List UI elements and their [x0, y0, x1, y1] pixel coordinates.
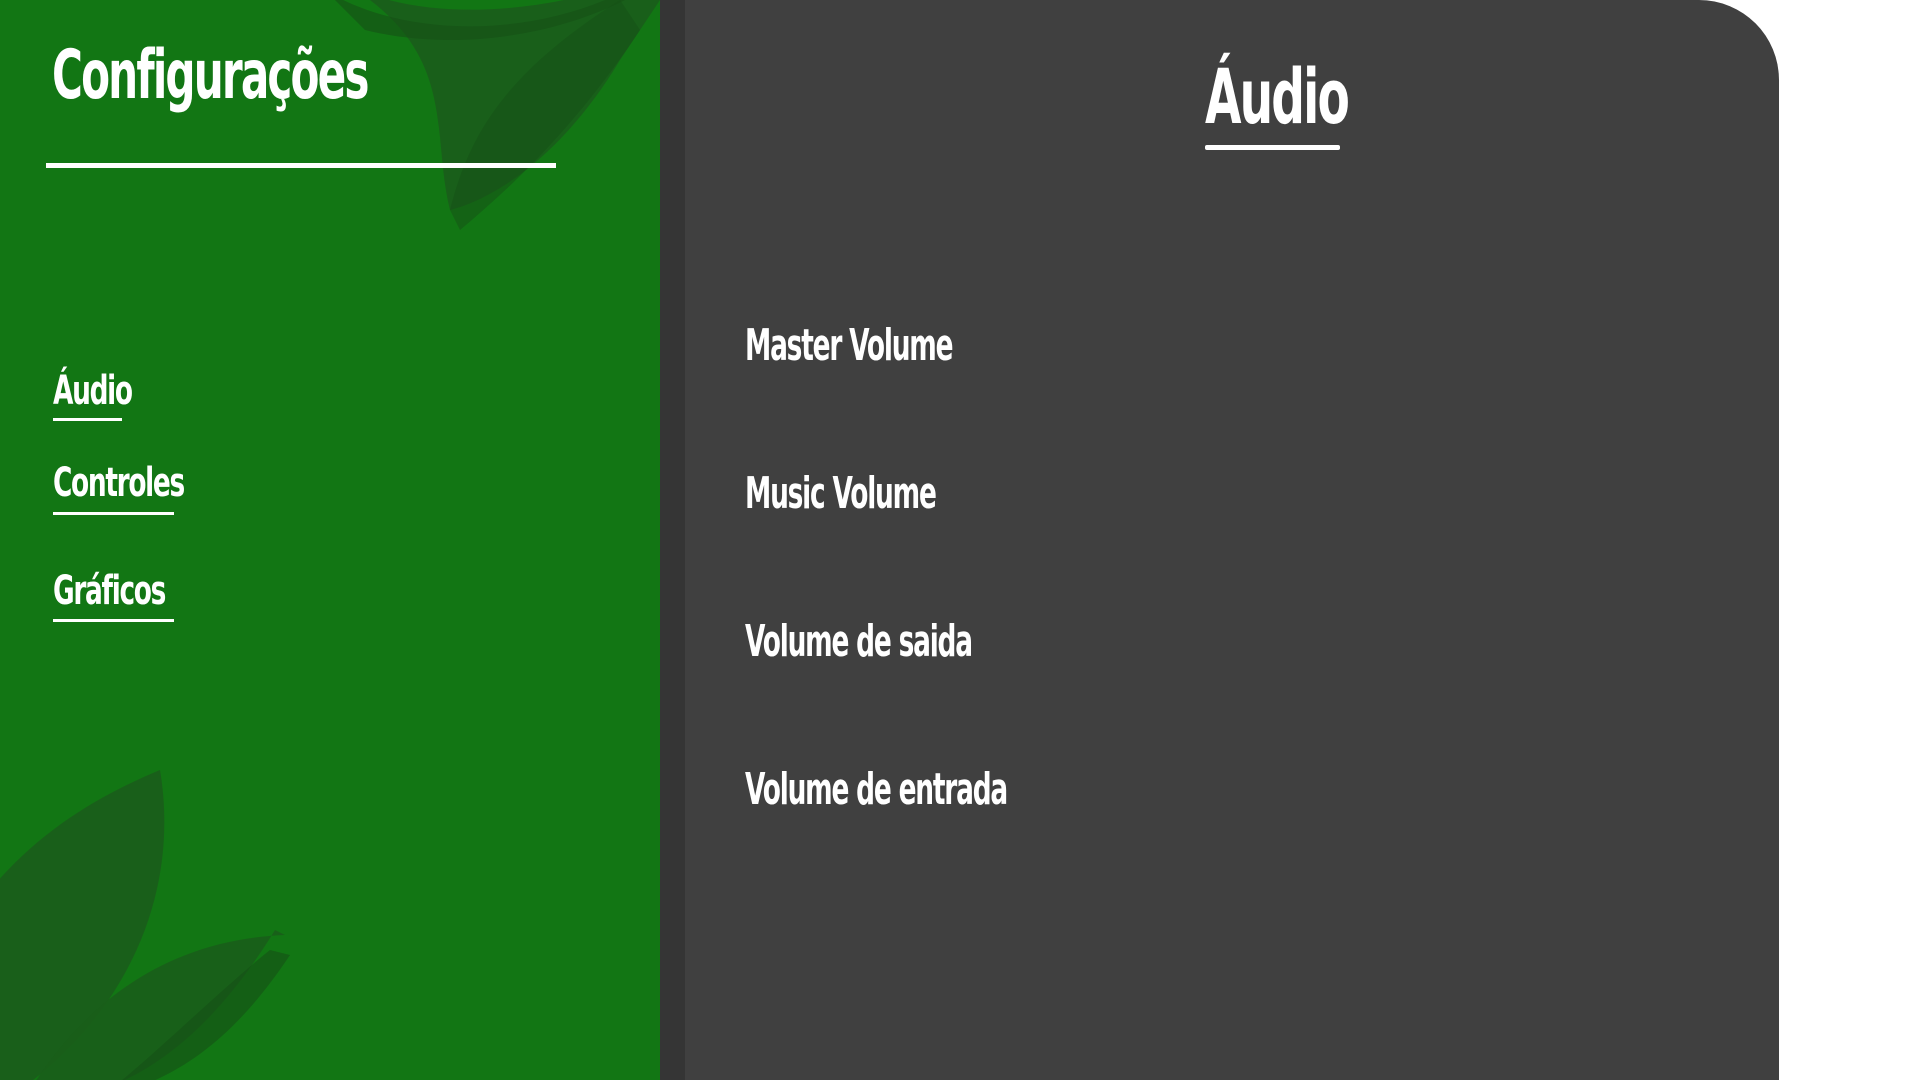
panel-title-underline — [1205, 145, 1340, 150]
settings-panel: Áudio Master Volume Music Volume Volume … — [660, 0, 1779, 1080]
sidebar-item-label: Gráficos — [53, 568, 166, 614]
sidebar-title: Configurações — [52, 36, 369, 115]
leaf-decoration-bottom — [0, 770, 290, 1080]
sidebar-item-label: Controles — [53, 460, 185, 506]
panel-title-label: Áudio — [1205, 52, 1350, 141]
setting-output-volume[interactable]: Volume de saida — [745, 616, 1123, 667]
leaf-decoration-top — [369, 0, 660, 230]
settings-screen: Configurações Áudio Controles Gráficos Á… — [0, 0, 1920, 1080]
settings-sidebar: Configurações Áudio Controles Gráficos — [0, 0, 680, 1080]
sidebar-item-label: Áudio — [53, 368, 133, 414]
setting-music-volume[interactable]: Music Volume — [745, 468, 1063, 519]
setting-label: Volume de entrada — [745, 764, 1008, 815]
panel-title: Áudio — [1205, 52, 1436, 141]
setting-master-volume[interactable]: Master Volume — [745, 320, 1091, 371]
setting-label: Music Volume — [745, 468, 937, 519]
leaf-decoration-top-small — [335, 0, 625, 40]
sidebar-item-underline — [53, 619, 174, 622]
sidebar-item-controles[interactable]: Controles — [53, 460, 251, 515]
sidebar-item-underline — [53, 418, 122, 421]
panel-edge-shadow — [660, 0, 685, 1080]
sidebar-item-graficos[interactable]: Gráficos — [53, 568, 223, 622]
setting-label: Volume de saida — [745, 616, 973, 667]
setting-input-volume[interactable]: Volume de entrada — [745, 764, 1182, 815]
sidebar-item-audio[interactable]: Áudio — [53, 368, 172, 421]
setting-label: Master Volume — [745, 320, 954, 371]
sidebar-item-underline — [53, 512, 174, 515]
sidebar-title-underline — [46, 163, 556, 168]
